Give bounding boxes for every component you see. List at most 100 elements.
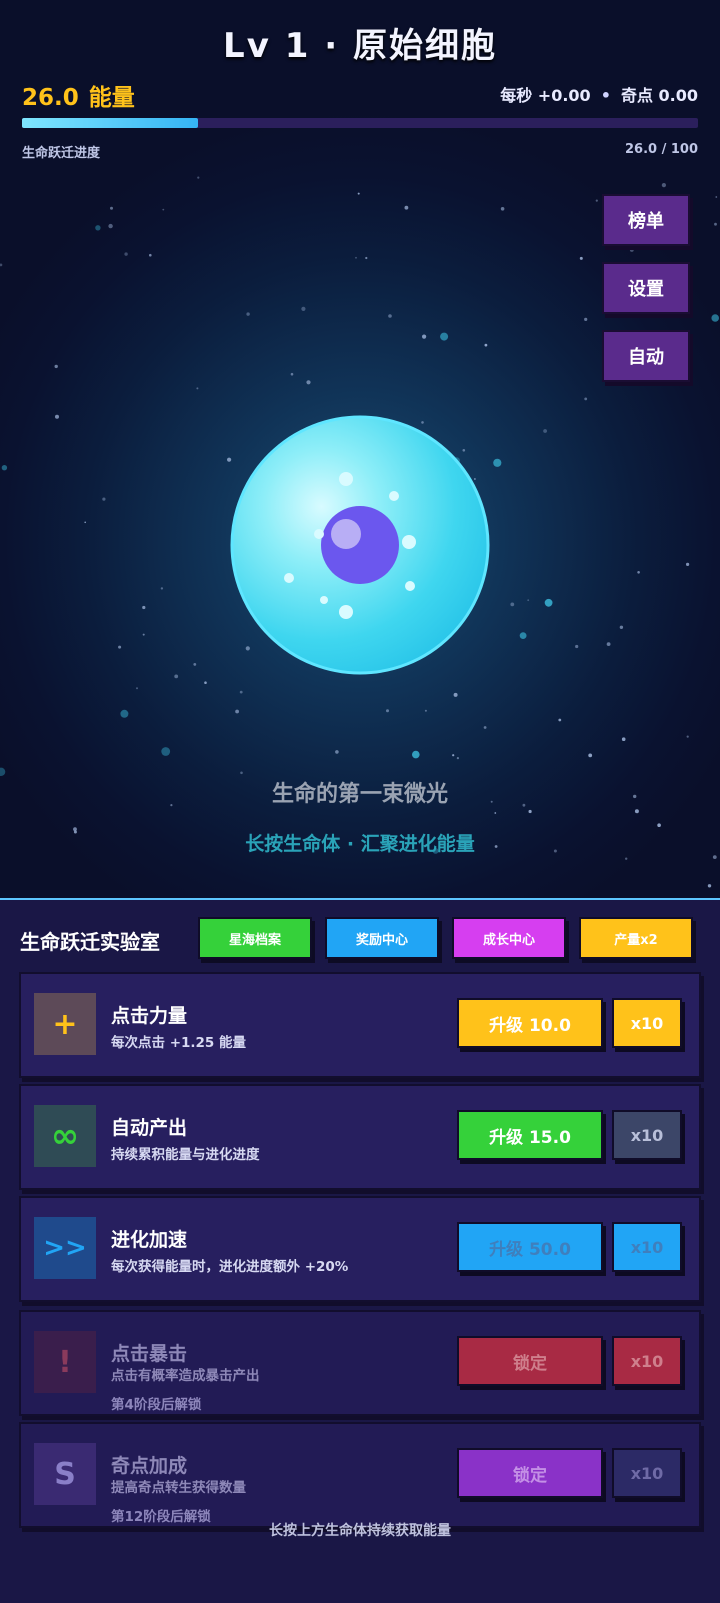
star: [510, 602, 515, 607]
progress-label: 生命跃迁进度: [22, 146, 101, 161]
star: [301, 306, 306, 311]
star: [55, 414, 59, 419]
plus-icon: +: [34, 993, 96, 1055]
star: [95, 225, 101, 231]
star: [118, 645, 122, 649]
star: [0, 263, 3, 267]
upgrade-button[interactable]: 升级 10.0: [457, 998, 603, 1048]
infinity-icon: ∞: [34, 1105, 96, 1167]
star: [634, 809, 639, 814]
upgrade-x10-button: x10: [612, 1336, 682, 1386]
star: [1, 465, 8, 471]
life-cell[interactable]: [229, 414, 491, 676]
upgrade-button[interactable]: 升级 15.0: [457, 1110, 603, 1160]
s-letter-icon: S: [34, 1443, 96, 1505]
star: [355, 256, 357, 259]
star: [204, 681, 207, 684]
upgrade-x10-button[interactable]: x10: [612, 1222, 682, 1272]
game-scene: Lv 1 · 原始细胞 26.0 能量 每秒 +0.00 • 奇点 0.00 生命跃迁…: [0, 0, 720, 898]
per-second-rate: 每秒 +0.00: [500, 86, 591, 105]
upgrade-x10-button[interactable]: x10: [612, 1110, 682, 1160]
star: [544, 598, 553, 607]
star: [715, 196, 718, 198]
auto-button[interactable]: 自动: [602, 330, 690, 382]
star: [484, 343, 488, 347]
star: [422, 334, 427, 339]
star: [686, 735, 689, 738]
star: [84, 521, 86, 524]
star: [161, 747, 171, 756]
star: [519, 632, 527, 639]
upgrade-x10-button[interactable]: x10: [612, 998, 682, 1048]
upgrade-button[interactable]: 升级 50.0: [457, 1222, 603, 1272]
star: [197, 176, 200, 179]
star: [110, 206, 113, 210]
star: [412, 750, 420, 759]
organism-tagline: 生命的第一束微光: [271, 782, 448, 807]
rates-readout: 每秒 +0.00 • 奇点 0.00: [500, 82, 698, 106]
exclamation-icon: !: [34, 1331, 96, 1393]
upgrade-x10-button: x10: [612, 1448, 682, 1498]
tab-star-archive[interactable]: 星海档案: [198, 917, 312, 959]
upgrade-card-auto-output: ∞ 自动产出 持续累积能量与进化进度 升级 15.0 x10: [19, 1084, 701, 1190]
star: [453, 692, 458, 697]
star: [661, 183, 667, 188]
fast-forward-icon: >>: [34, 1217, 96, 1279]
star: [528, 809, 532, 814]
star: [193, 663, 197, 666]
star: [174, 674, 179, 679]
level-title: Lv 1 · 原始细胞: [223, 26, 497, 66]
upgrade-description: 持续累积能量与进化进度: [111, 1147, 260, 1163]
star: [714, 222, 717, 226]
star: [142, 633, 145, 636]
star: [637, 571, 640, 574]
star: [386, 709, 389, 713]
star: [357, 192, 360, 195]
star: [136, 687, 138, 690]
star: [404, 205, 409, 210]
star: [388, 314, 392, 318]
tab-output-x2[interactable]: 产量x2: [579, 917, 693, 959]
footer-hint: 长按上方生命体持续获取能量: [269, 1523, 451, 1539]
star: [440, 332, 449, 341]
star: [124, 252, 128, 256]
star: [625, 857, 628, 860]
star: [54, 364, 58, 369]
star: [235, 709, 240, 714]
upgrade-description: 提高奇点转生获得数量: [111, 1480, 246, 1496]
tab-reward-center[interactable]: 奖励中心: [325, 917, 439, 959]
energy-counter: 26.0 能量: [22, 78, 135, 112]
star: [290, 372, 294, 376]
energy-label: 能量: [88, 85, 135, 111]
star: [162, 208, 165, 211]
progress-value: 26.0 / 100: [624, 142, 698, 157]
tab-growth-center[interactable]: 成长中心: [452, 917, 566, 959]
settings-button[interactable]: 设置: [602, 262, 690, 314]
star: [543, 429, 547, 433]
upgrade-name: 点击暴击: [111, 1343, 188, 1365]
star: [108, 223, 113, 229]
star: [452, 754, 455, 757]
evolution-lab-panel: 生命跃迁实验室 星海档案 奖励中心 成长中心 产量x2 + 点击力量 每次点击 …: [0, 898, 720, 1603]
star: [707, 884, 712, 888]
upgrade-name: 点击力量: [111, 1005, 188, 1027]
upgrade-description: 点击有概率造成暴击产出: [111, 1368, 260, 1384]
star: [629, 248, 634, 252]
star: [500, 207, 505, 211]
singularity-count: 奇点 0.00: [620, 86, 698, 105]
star: [686, 562, 690, 567]
upgrade-card-critical-click: ! 点击暴击 点击有概率造成暴击产出 第4阶段后解锁 锁定 x10: [19, 1310, 701, 1416]
star: [494, 812, 497, 814]
star: [246, 312, 250, 316]
cell-nucleus: [321, 506, 399, 584]
star: [558, 718, 562, 722]
star: [584, 397, 588, 401]
star: [0, 767, 6, 776]
star: [424, 709, 427, 712]
star: [160, 587, 164, 590]
star: [335, 750, 339, 754]
star: [239, 690, 243, 694]
evolution-progress-bar: [22, 118, 698, 128]
leaderboard-button[interactable]: 榜单: [602, 194, 690, 246]
star: [196, 387, 199, 390]
